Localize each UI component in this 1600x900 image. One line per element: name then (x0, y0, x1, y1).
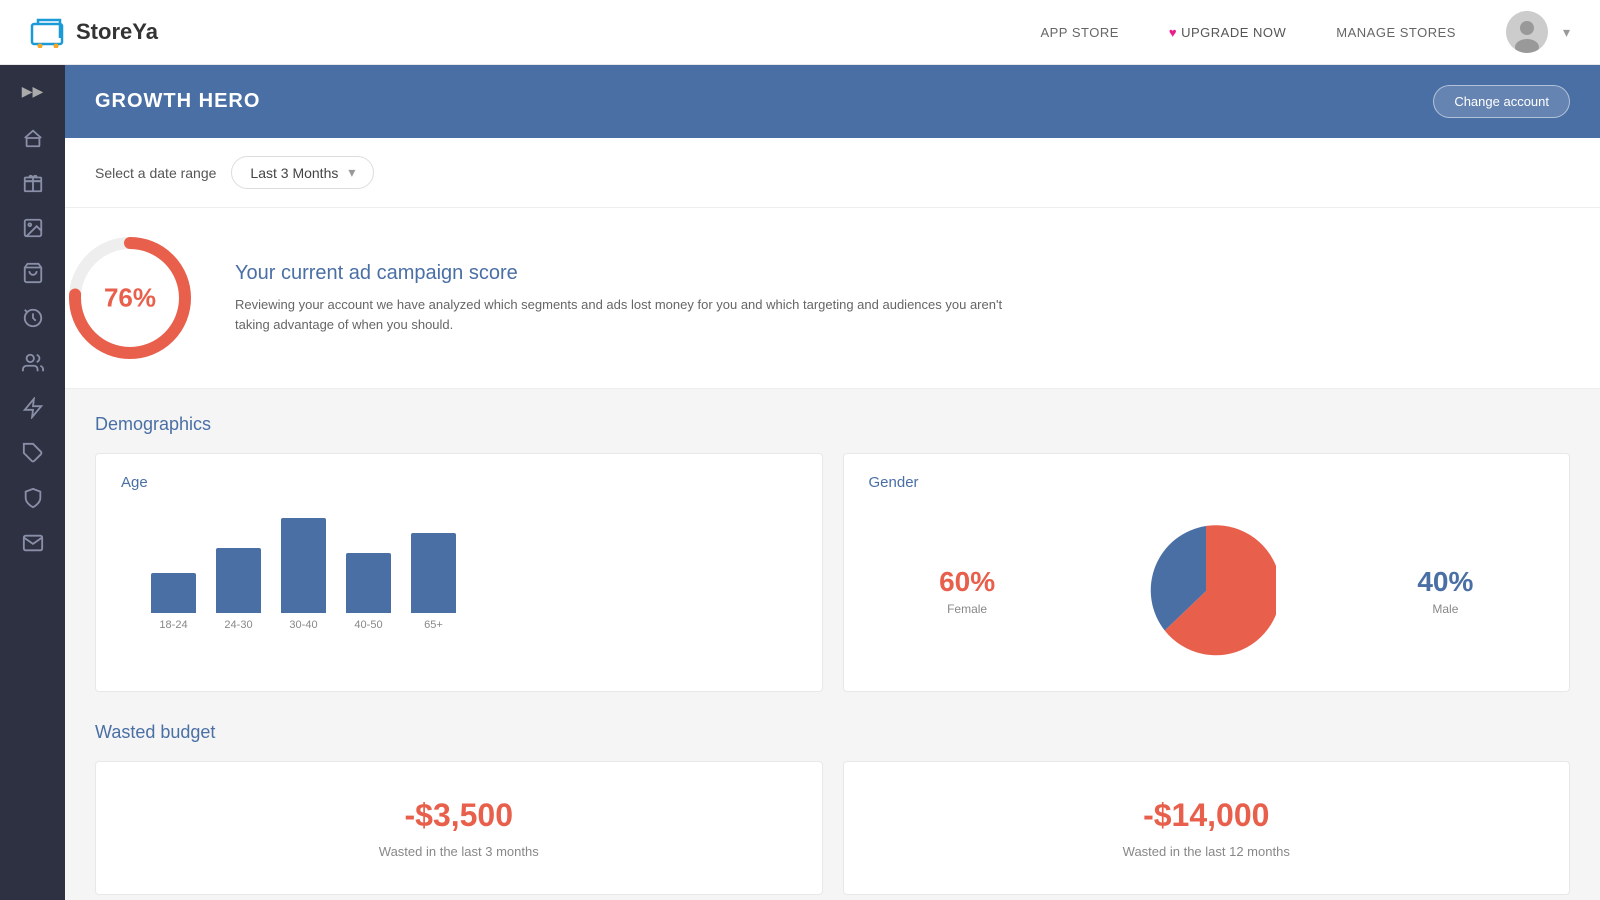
bar-label-18-24: 18-24 (159, 619, 187, 631)
top-nav: StoreYa APP STORE ♥UPGRADE NOW MANAGE ST… (0, 0, 1600, 65)
heart-icon: ♥ (1169, 25, 1177, 40)
wasted-amount-3months: -$3,500 (121, 797, 797, 834)
sidebar-toggle[interactable]: ▶▶ (14, 75, 52, 108)
bar-18-24 (151, 573, 196, 613)
chevron-down-icon: ▾ (348, 164, 355, 181)
wasted-budget-title: Wasted budget (95, 722, 1570, 743)
app-body: ▶▶ (0, 65, 1600, 900)
bar-label-30-40: 30-40 (289, 619, 317, 631)
sidebar-item-bolt[interactable] (13, 388, 53, 428)
male-stat: 40% Male (1417, 566, 1473, 616)
nav-links: APP STORE ♥UPGRADE NOW MANAGE STORES (1040, 25, 1456, 40)
wasted-desc-3months: Wasted in the last 3 months (121, 844, 797, 859)
app-store-link[interactable]: APP STORE (1040, 25, 1118, 40)
account-dropdown-arrow[interactable]: ▾ (1563, 24, 1570, 41)
score-ring: 76% (65, 233, 195, 363)
page-title: GROWTH HERO (95, 90, 260, 113)
wasted-budget-section: Wasted budget -$3,500 Wasted in the last… (95, 722, 1570, 895)
score-description: Reviewing your account we have analyzed … (235, 295, 1035, 334)
sidebar-item-mail[interactable] (13, 523, 53, 563)
logo-icon (30, 16, 68, 48)
bar-group-65-plus: 65+ (411, 533, 456, 631)
demographics-title: Demographics (95, 414, 1570, 435)
score-value: 76% (104, 283, 156, 314)
wasted-card-3months: -$3,500 Wasted in the last 3 months (95, 761, 823, 895)
gender-pie-chart (1136, 521, 1276, 661)
male-percentage: 40% (1417, 566, 1473, 598)
bar-30-40 (281, 518, 326, 613)
logo-area: StoreYa (30, 16, 1040, 48)
date-range-value: Last 3 Months (250, 165, 338, 181)
sidebar-item-image[interactable] (13, 208, 53, 248)
wasted-amount-12months: -$14,000 (869, 797, 1545, 834)
age-bar-chart: 18-24 24-30 30-40 40-50 (121, 511, 797, 631)
female-stat: 60% Female (939, 566, 995, 616)
male-label: Male (1417, 602, 1473, 616)
bar-label-40-50: 40-50 (354, 619, 382, 631)
date-range-label: Select a date range (95, 165, 216, 181)
logo-text: StoreYa (76, 19, 158, 45)
sidebar-item-shield[interactable] (13, 478, 53, 518)
bar-group-30-40: 30-40 (281, 518, 326, 631)
avatar[interactable] (1506, 11, 1548, 53)
header-bar: GROWTH HERO Change account (65, 65, 1600, 138)
sidebar-item-history[interactable] (13, 298, 53, 338)
age-chart-title: Age (121, 474, 797, 491)
score-title: Your current ad campaign score (235, 262, 1035, 285)
score-section: 76% Your current ad campaign score Revie… (65, 208, 1600, 389)
main-content: GROWTH HERO Change account Select a date… (65, 65, 1600, 900)
gender-chart-card: Gender 60% Female (843, 453, 1571, 692)
female-label: Female (939, 602, 995, 616)
wasted-cards: -$3,500 Wasted in the last 3 months -$14… (95, 761, 1570, 895)
bar-40-50 (346, 553, 391, 613)
score-info: Your current ad campaign score Reviewing… (235, 262, 1035, 334)
manage-stores-link[interactable]: MANAGE STORES (1336, 25, 1456, 40)
bar-label-65-plus: 65+ (424, 619, 443, 631)
bar-group-40-50: 40-50 (346, 553, 391, 631)
gender-content: 60% Female 40% M (869, 511, 1545, 671)
date-range-section: Select a date range Last 3 Months ▾ (65, 138, 1600, 208)
sidebar-item-tag[interactable] (13, 433, 53, 473)
nav-right: ▾ (1506, 11, 1570, 53)
sidebar-item-bag[interactable] (13, 253, 53, 293)
sidebar-item-home[interactable] (13, 118, 53, 158)
wasted-card-12months: -$14,000 Wasted in the last 12 months (843, 761, 1571, 895)
bar-group-18-24: 18-24 (151, 573, 196, 631)
bar-label-24-30: 24-30 (224, 619, 252, 631)
female-percentage: 60% (939, 566, 995, 598)
bar-24-30 (216, 548, 261, 613)
inner-page: Demographics Age 18-24 24-30 (65, 389, 1600, 900)
change-account-button[interactable]: Change account (1433, 85, 1570, 118)
bar-65-plus (411, 533, 456, 613)
date-range-dropdown[interactable]: Last 3 Months ▾ (231, 156, 374, 189)
sidebar-item-gift[interactable] (13, 163, 53, 203)
sidebar-item-people[interactable] (13, 343, 53, 383)
sidebar: ▶▶ (0, 65, 65, 900)
gender-chart-title: Gender (869, 474, 1545, 491)
wasted-desc-12months: Wasted in the last 12 months (869, 844, 1545, 859)
upgrade-link[interactable]: ♥UPGRADE NOW (1169, 25, 1286, 40)
age-chart-card: Age 18-24 24-30 30-40 (95, 453, 823, 692)
bar-group-24-30: 24-30 (216, 548, 261, 631)
charts-row: Age 18-24 24-30 30-40 (95, 453, 1570, 692)
